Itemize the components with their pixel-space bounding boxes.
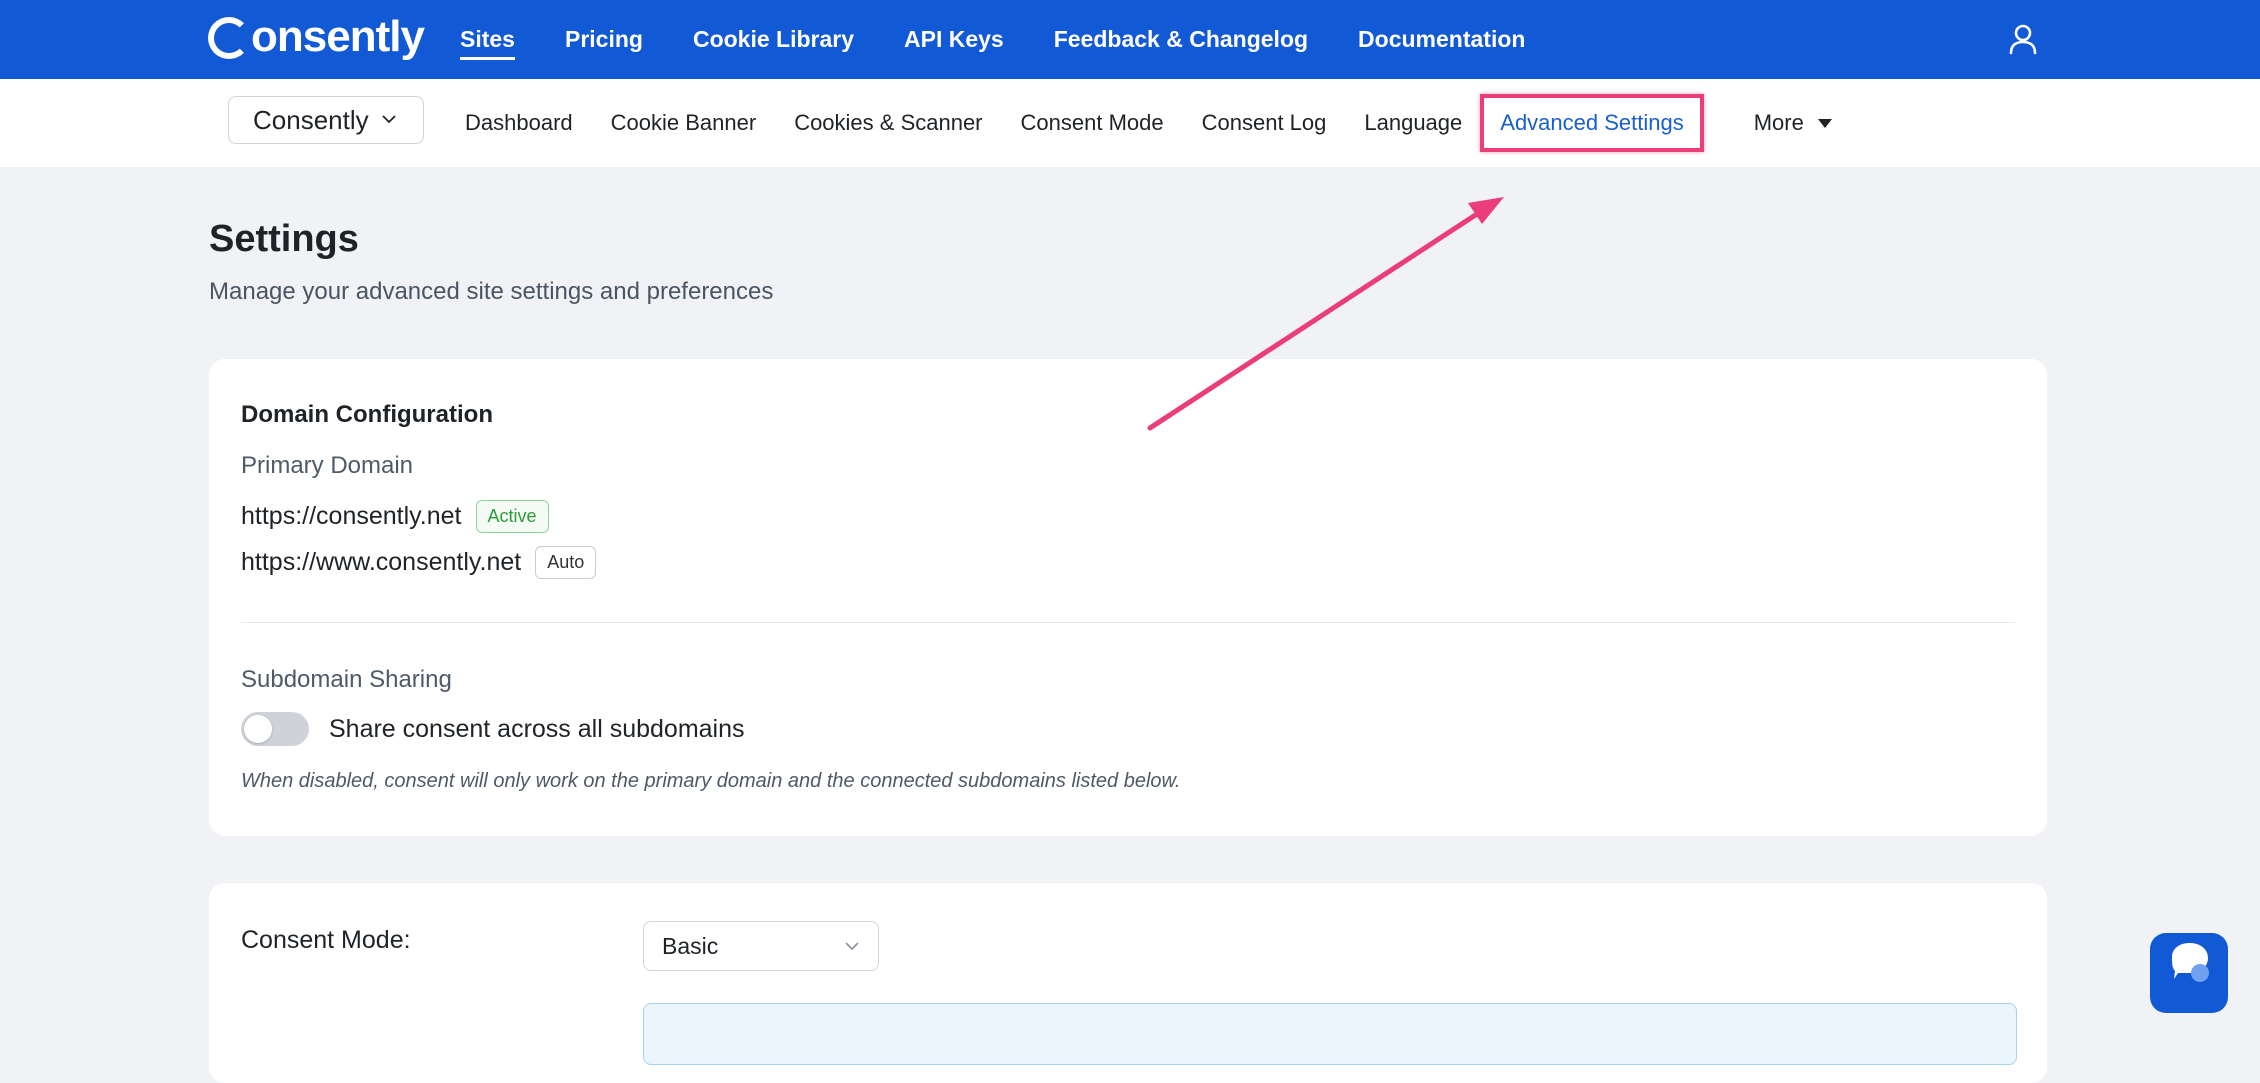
consent-mode-value: Basic [662, 932, 719, 959]
tab-dashboard[interactable]: Dashboard [465, 110, 573, 136]
subdomain-sharing-label: Subdomain Sharing [241, 666, 452, 693]
tab-consent-log[interactable]: Consent Log [1202, 110, 1327, 136]
page-subtitle: Manage your advanced site settings and p… [209, 278, 774, 305]
tab-language[interactable]: Language [1364, 110, 1462, 136]
chat-bubble-icon [2172, 943, 2209, 982]
site-selector-dropdown[interactable]: Consently [228, 96, 424, 144]
logo-text: onsently [251, 12, 425, 61]
consently-logo[interactable]: onsently [208, 12, 425, 62]
domain-url: https://consently.net [241, 502, 462, 530]
site-subnav: Consently Dashboard Cookie Banner Cookie… [0, 79, 2260, 167]
tab-cookie-banner[interactable]: Cookie Banner [611, 110, 757, 136]
domain-url: https://www.consently.net [241, 548, 522, 576]
tab-consent-mode[interactable]: Consent Mode [1021, 110, 1164, 136]
caret-down-icon [1817, 118, 1832, 128]
domain-configuration-card: Domain Configuration Primary Domain http… [209, 359, 2047, 836]
tab-more[interactable]: More [1754, 110, 1832, 136]
user-icon[interactable] [2008, 23, 2038, 55]
consent-mode-label: Consent Mode: [241, 926, 411, 954]
nav-sites[interactable]: Sites [460, 26, 515, 60]
site-tabs: Dashboard Cookie Banner Cookies & Scanne… [465, 79, 1870, 167]
consent-mode-info-box [643, 1003, 2017, 1065]
consent-mode-select[interactable]: Basic [643, 921, 879, 971]
tab-advanced-settings[interactable]: Advanced Settings [1480, 94, 1704, 152]
nav-pricing[interactable]: Pricing [565, 26, 643, 53]
domain-row: https://consently.net Active [241, 500, 549, 533]
nav-cookie-library[interactable]: Cookie Library [693, 26, 854, 53]
subdomain-help-text: When disabled, consent will only work on… [241, 770, 1181, 792]
toggle-knob [244, 715, 272, 743]
chevron-down-icon [845, 942, 859, 951]
section-title: Domain Configuration [241, 401, 493, 428]
nav-feedback-changelog[interactable]: Feedback & Changelog [1054, 26, 1308, 53]
chevron-down-icon [382, 115, 396, 124]
top-navbar: onsently Sites Pricing Cookie Library AP… [0, 0, 2260, 79]
status-badge: Auto [535, 546, 597, 579]
site-selector-value: Consently [253, 104, 369, 135]
divider [241, 622, 2015, 623]
subdomain-sharing-toggle[interactable] [241, 712, 309, 746]
primary-domain-label: Primary Domain [241, 452, 414, 479]
main-nav: Sites Pricing Cookie Library API Keys Fe… [460, 0, 1575, 79]
nav-api-keys[interactable]: API Keys [904, 26, 1004, 53]
tab-more-label: More [1753, 110, 1804, 135]
logo-c-mark-icon [208, 17, 250, 59]
toggle-label: Share consent across all subdomains [329, 714, 745, 743]
page-title: Settings [209, 218, 359, 260]
domain-row: https://www.consently.net Auto [241, 546, 597, 579]
subdomain-sharing-row: Share consent across all subdomains [241, 712, 745, 746]
consent-mode-card: Consent Mode: Basic [209, 883, 2047, 1083]
status-badge: Active [475, 500, 549, 533]
nav-documentation[interactable]: Documentation [1358, 26, 1525, 53]
chat-support-button[interactable] [2150, 933, 2228, 1013]
tab-cookies-scanner[interactable]: Cookies & Scanner [794, 110, 982, 136]
